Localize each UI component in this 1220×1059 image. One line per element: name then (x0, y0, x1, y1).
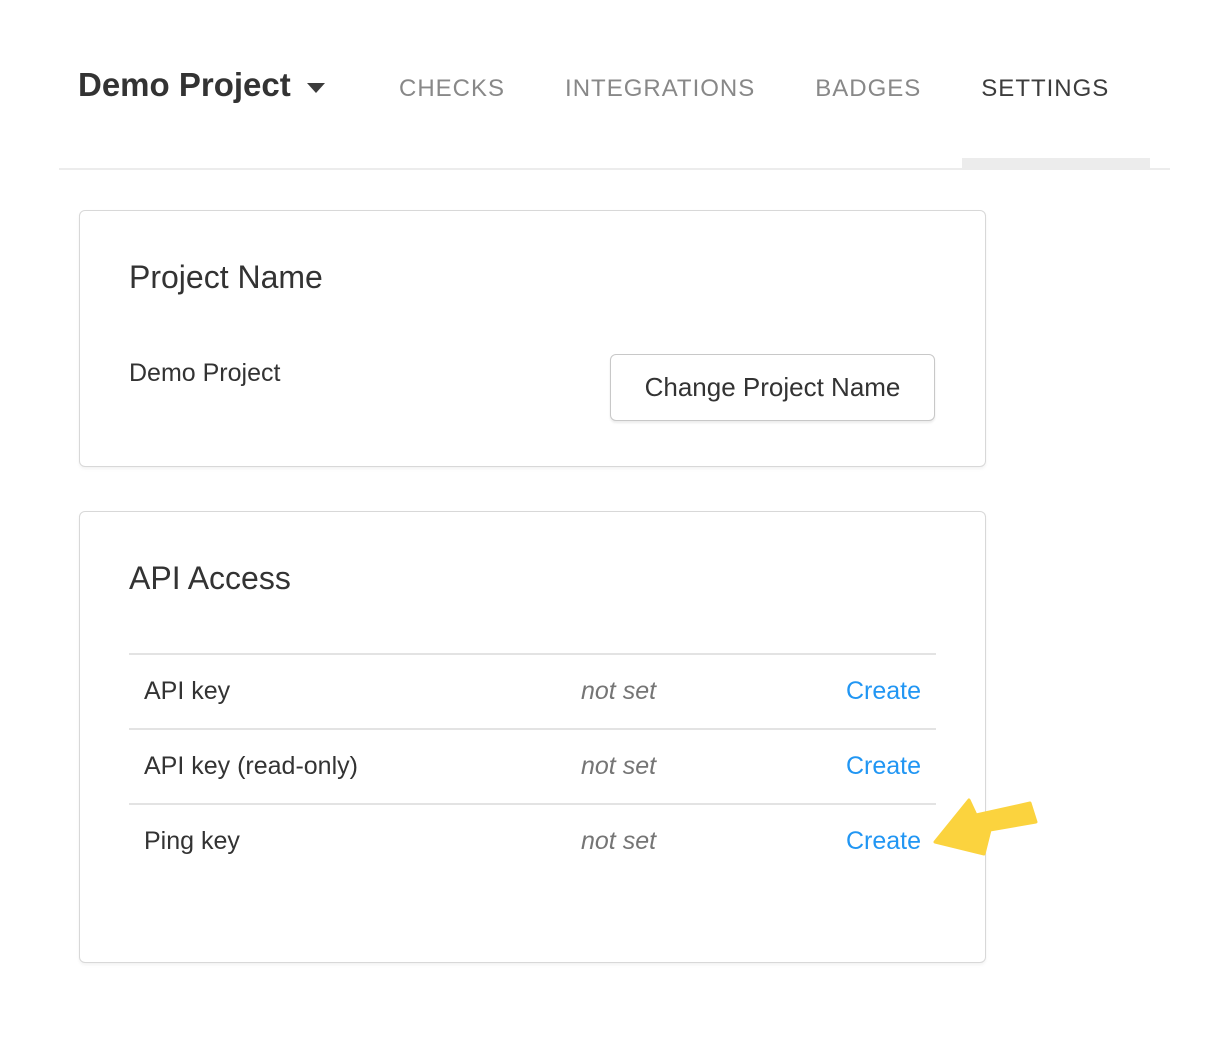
row-label-api-key-read-only: API key (read-only) (129, 752, 566, 781)
table-row: API keynot setCreate (129, 653, 936, 728)
tab-checks[interactable]: CHECKS (399, 75, 505, 103)
project-switcher-label: Demo Project (78, 66, 291, 104)
tab-integrations[interactable]: INTEGRATIONS (565, 75, 755, 103)
row-value: not set (566, 752, 846, 781)
table-row: Ping keynot setCreate (129, 803, 936, 878)
tab-badges[interactable]: BADGES (815, 75, 921, 103)
project-name-card: Project Name Demo Project Change Project… (79, 210, 986, 467)
api-access-card: API Access API keynot setCreateAPI key (… (79, 511, 986, 963)
api-key-read-only-create-link[interactable]: Create (846, 752, 921, 780)
row-value: not set (566, 677, 846, 706)
tab-settings[interactable]: SETTINGS (981, 75, 1109, 103)
header-divider (59, 168, 1170, 170)
api-key-create-link[interactable]: Create (846, 677, 921, 705)
api-access-table: API keynot setCreateAPI key (read-only)n… (129, 653, 936, 878)
chevron-down-icon (307, 83, 325, 93)
row-action: Create (846, 677, 936, 706)
ping-key-create-link[interactable]: Create (846, 827, 921, 855)
table-row: API key (read-only)not setCreate (129, 728, 936, 803)
project-switcher[interactable]: Demo Project (78, 66, 325, 104)
current-project-name: Demo Project (129, 359, 280, 388)
change-project-name-button[interactable]: Change Project Name (610, 354, 935, 421)
row-action: Create (846, 827, 936, 856)
row-label-ping-key: Ping key (129, 827, 566, 856)
row-label-api-key: API key (129, 677, 566, 706)
row-action: Create (846, 752, 936, 781)
settings-page: Demo Project CHECKS INTEGRATIONS BADGES SET… (0, 0, 1220, 1059)
row-value: not set (566, 827, 846, 856)
project-name-card-title: Project Name (129, 259, 323, 296)
api-access-card-title: API Access (129, 560, 291, 597)
nav-tabs: CHECKS INTEGRATIONS BADGES SETTINGS (399, 75, 1109, 103)
